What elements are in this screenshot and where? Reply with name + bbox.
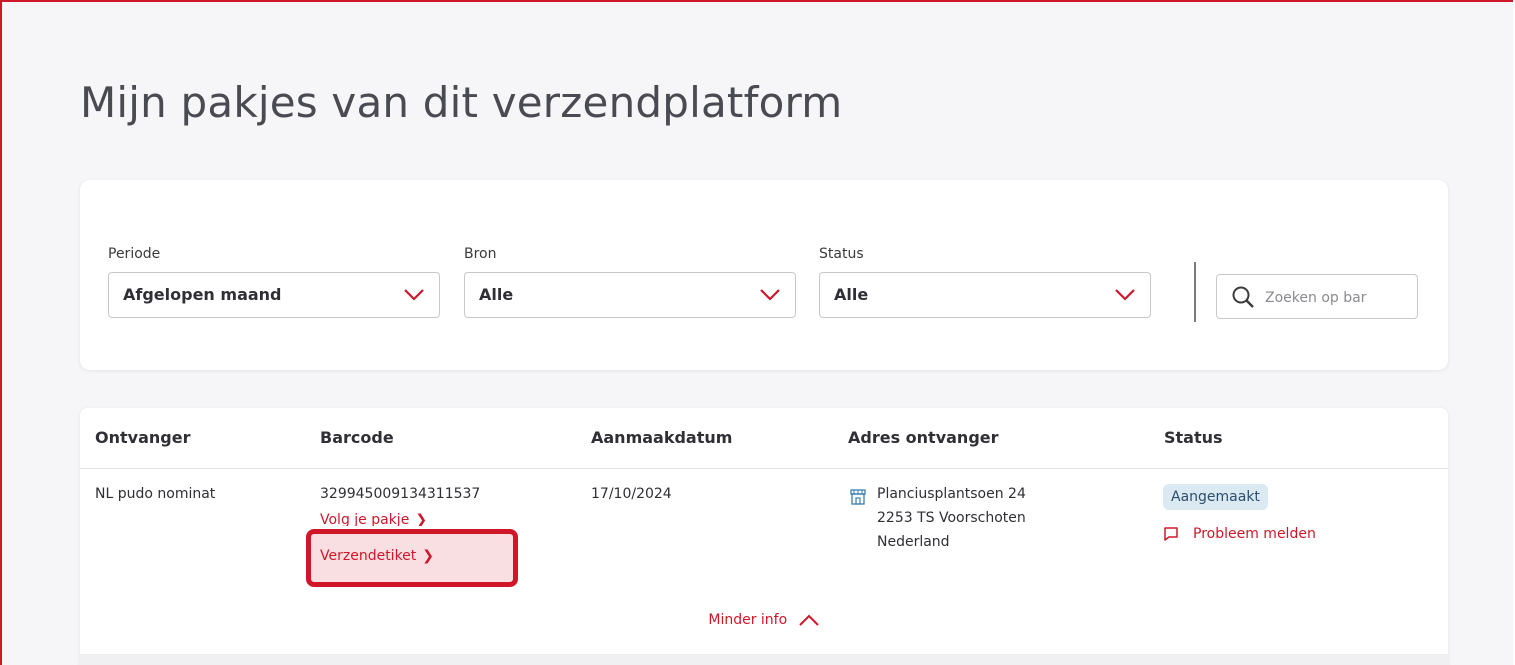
report-problem-link[interactable]: Probleem melden	[1163, 526, 1316, 542]
status-select-value: Alle	[834, 285, 869, 304]
filter-bron: Bron Alle	[464, 246, 796, 318]
recipient-cell: NL pudo nominat	[95, 486, 216, 502]
parcels-table: Ontvanger Barcode Aanmaakdatum Adres ont…	[80, 408, 1448, 665]
store-icon	[850, 489, 866, 505]
bron-select-value: Alle	[479, 285, 514, 304]
filter-card: Periode Afgelopen maand Bron Alle Status…	[80, 180, 1448, 370]
status-select[interactable]: Alle	[819, 272, 1151, 318]
column-header-recipient: Ontvanger	[95, 428, 191, 447]
address-line-3: Nederland	[877, 534, 950, 550]
periode-select-value: Afgelopen maand	[123, 285, 282, 304]
shipping-label-link[interactable]: Verzendetiket ❯	[320, 548, 434, 564]
less-info-toggle[interactable]: Minder info	[80, 612, 1448, 628]
filter-periode-label: Periode	[108, 246, 161, 262]
chat-bubble-icon	[1164, 527, 1178, 541]
track-parcel-label: Volg je pakje	[320, 512, 410, 526]
chevron-up-icon	[798, 614, 819, 626]
chevron-right-icon: ❯	[422, 548, 435, 564]
column-header-date: Aanmaakdatum	[591, 428, 733, 447]
filter-status-label: Status	[819, 246, 864, 262]
search-box[interactable]	[1216, 274, 1418, 320]
filter-status: Status Alle	[819, 246, 1151, 318]
address-line-2: 2253 TS Voorschoten	[877, 510, 1026, 526]
column-header-address: Adres ontvanger	[848, 428, 999, 447]
barcode-cell: 329945009134311537	[320, 486, 481, 502]
filter-periode: Periode Afgelopen maand	[108, 246, 440, 318]
shipping-label-text: Verzendetiket	[320, 548, 417, 564]
search-icon	[1232, 286, 1254, 308]
less-info-label: Minder info	[708, 612, 788, 628]
filter-divider	[1194, 262, 1196, 322]
chevron-down-icon	[1115, 289, 1135, 301]
search-input[interactable]	[1263, 275, 1417, 320]
page-title: Mijn pakjes van dit verzendplatform	[80, 78, 843, 127]
bron-select[interactable]: Alle	[464, 272, 796, 318]
chevron-right-icon: ❯	[415, 512, 428, 526]
column-header-status: Status	[1164, 428, 1223, 447]
column-header-barcode: Barcode	[320, 428, 394, 447]
track-parcel-link[interactable]: Volg je pakje ❯	[320, 512, 427, 526]
date-cell: 17/10/2024	[591, 486, 672, 502]
address-line-1: Planciusplantsoen 24	[877, 486, 1026, 502]
next-row-band	[80, 654, 1448, 665]
chevron-down-icon	[404, 289, 424, 301]
periode-select[interactable]: Afgelopen maand	[108, 272, 440, 318]
filter-bron-label: Bron	[464, 246, 497, 262]
chevron-down-icon	[760, 289, 780, 301]
header-divider	[80, 468, 1448, 469]
report-problem-label: Probleem melden	[1193, 526, 1316, 542]
status-badge: Aangemaakt	[1163, 484, 1268, 510]
